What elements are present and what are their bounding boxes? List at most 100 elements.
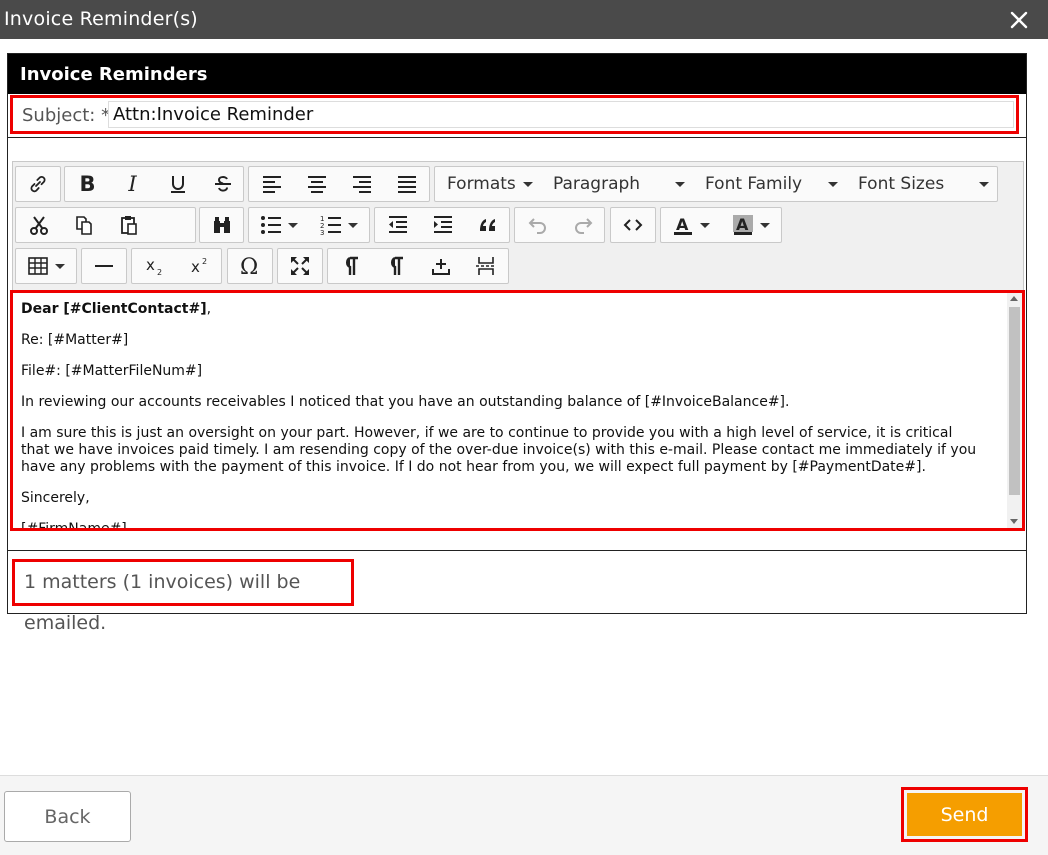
send-highlight: Send	[901, 787, 1028, 842]
editor-toolbar: B I Formats Paragraph Font Family Font S…	[12, 161, 1024, 291]
paragraph-oversight: I am sure this is just an oversight on y…	[21, 425, 977, 475]
greeting-prefix: Dear	[21, 301, 64, 317]
scroll-down-icon[interactable]	[1010, 519, 1018, 524]
editor-body[interactable]: Dear [#ClientContact#], Re: [#Matter#] F…	[10, 290, 1025, 531]
italic-icon[interactable]: I	[110, 167, 155, 201]
paragraph-dropdown[interactable]: Paragraph	[541, 167, 693, 201]
font-family-label: Font Family	[705, 174, 803, 194]
link-group	[15, 166, 61, 202]
font-family-dropdown[interactable]: Font Family	[693, 167, 846, 201]
ltr-icon[interactable]	[328, 249, 373, 283]
text-color-icon[interactable]: A	[661, 208, 721, 242]
script-group: x2 x2	[131, 248, 222, 284]
scroll-thumb[interactable]	[1009, 307, 1020, 495]
list-group: 123	[248, 207, 370, 243]
align-center-icon[interactable]	[294, 167, 339, 201]
chevron-down-icon	[523, 182, 533, 187]
history-group	[514, 207, 605, 243]
code-group	[610, 207, 656, 243]
re-line: Re: [#Matter#]	[21, 332, 129, 348]
chevron-down-icon	[828, 182, 838, 187]
copy-icon[interactable]	[61, 208, 106, 242]
svg-text:x: x	[146, 256, 155, 274]
greeting-variable: [#ClientContact#]	[63, 301, 207, 317]
svg-text:3: 3	[320, 229, 324, 236]
background-color-icon[interactable]: A	[721, 208, 781, 242]
cut-icon[interactable]	[16, 208, 61, 242]
panel-header: Invoice Reminders	[8, 54, 1026, 94]
paste-icon[interactable]	[106, 208, 151, 242]
email-count-status: 1 matters (1 invoices) will be emailed.	[12, 559, 354, 634]
dialog-titlebar: Invoice Reminder(s)	[0, 0, 1048, 39]
svg-text:A: A	[676, 215, 689, 234]
svg-text:2: 2	[157, 268, 162, 277]
table-group	[15, 248, 77, 284]
subject-label: Subject: *	[22, 105, 111, 126]
subject-input[interactable]	[108, 101, 1014, 128]
svg-text:2: 2	[202, 257, 207, 266]
strikethrough-icon[interactable]	[200, 167, 245, 201]
bullet-list-icon[interactable]	[249, 208, 309, 242]
divider	[8, 550, 1026, 551]
horizontal-rule-icon[interactable]	[82, 249, 126, 283]
subscript-icon[interactable]: x2	[132, 249, 177, 283]
source-code-icon[interactable]	[611, 208, 655, 242]
svg-text:x: x	[191, 258, 200, 276]
chevron-down-icon	[288, 222, 298, 228]
greeting-suffix: ,	[206, 301, 212, 317]
font-sizes-dropdown[interactable]: Font Sizes	[846, 167, 997, 201]
superscript-icon[interactable]: x2	[177, 249, 222, 283]
align-justify-icon[interactable]	[384, 167, 429, 201]
align-left-icon[interactable]	[249, 167, 294, 201]
link-icon[interactable]	[16, 167, 60, 201]
svg-text:A: A	[736, 215, 749, 234]
editor-content[interactable]: Dear [#ClientContact#], Re: [#Matter#] F…	[21, 301, 981, 531]
table-icon[interactable]	[16, 249, 76, 283]
underline-icon[interactable]	[155, 167, 200, 201]
paragraph-balance: In reviewing our accounts receivables I …	[21, 394, 790, 410]
format-group: B I	[64, 166, 244, 202]
find-group	[199, 207, 244, 243]
divider	[8, 137, 1026, 138]
clipboard-group	[15, 207, 196, 243]
editor-scrollbar[interactable]	[1007, 293, 1022, 528]
blockquote-icon[interactable]	[465, 208, 510, 242]
scroll-up-icon[interactable]	[1010, 296, 1018, 301]
chevron-down-icon	[979, 182, 989, 187]
special-char-icon[interactable]: Ω	[228, 249, 272, 283]
numbered-list-icon[interactable]: 123	[309, 208, 369, 242]
color-group: A A	[660, 207, 782, 243]
indent-icon[interactable]	[420, 208, 465, 242]
insert-icon[interactable]	[418, 249, 463, 283]
rtl-icon[interactable]	[373, 249, 418, 283]
align-right-icon[interactable]	[339, 167, 384, 201]
file-line: File#: [#MatterFileNum#]	[21, 363, 203, 379]
panel-title: Invoice Reminders	[20, 64, 208, 85]
find-icon[interactable]	[200, 208, 243, 242]
svg-text:Ω: Ω	[240, 255, 258, 277]
indent-group	[374, 207, 510, 243]
greeting-line: Dear [#ClientContact#],	[21, 301, 981, 318]
dialog-footer: Back Send	[0, 775, 1048, 855]
fullscreen-group	[277, 248, 323, 284]
chevron-down-icon	[700, 222, 710, 228]
hr-group	[81, 248, 127, 284]
send-button[interactable]: Send	[907, 793, 1022, 836]
bold-icon[interactable]: B	[65, 167, 110, 201]
back-button[interactable]: Back	[4, 791, 131, 842]
chevron-down-icon	[348, 222, 358, 228]
redo-icon[interactable]	[560, 208, 605, 242]
dropdown-group: Formats Paragraph Font Family Font Sizes	[434, 166, 998, 202]
page-break-icon[interactable]	[463, 249, 508, 283]
formats-label: Formats	[447, 174, 516, 194]
outdent-icon[interactable]	[375, 208, 420, 242]
signature-line: [#FirmName#]	[21, 521, 127, 531]
close-icon[interactable]	[1008, 6, 1030, 32]
charmap-group: Ω	[227, 248, 273, 284]
chevron-down-icon	[675, 182, 685, 187]
reminder-panel: Invoice Reminders Subject: * B I	[7, 53, 1027, 634]
subject-row: Subject: *	[10, 95, 1019, 134]
undo-icon[interactable]	[515, 208, 560, 242]
fullscreen-icon[interactable]	[278, 249, 322, 283]
formats-dropdown[interactable]: Formats	[435, 167, 541, 201]
